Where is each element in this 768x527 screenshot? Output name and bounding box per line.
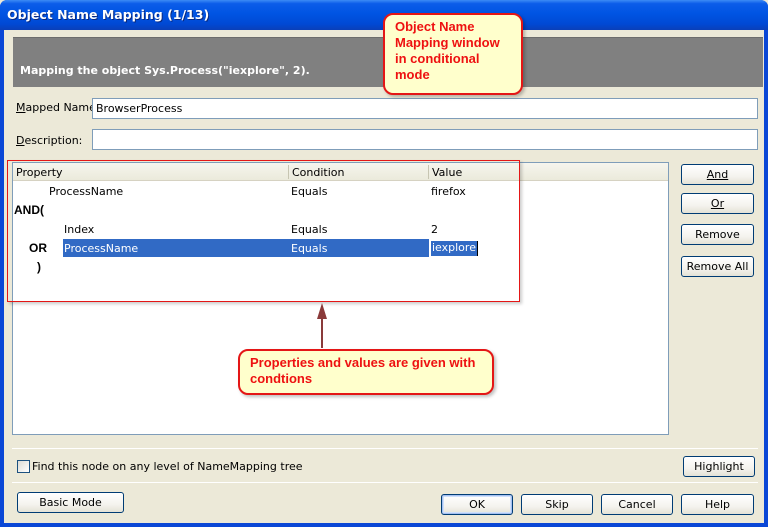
annotation-highlight-rectangle [7, 160, 520, 302]
description-label: Description: [16, 134, 83, 147]
or-button[interactable]: Or [681, 193, 754, 214]
separator [12, 482, 758, 483]
mapped-name-input[interactable] [92, 98, 758, 119]
and-button[interactable]: And [681, 164, 754, 185]
mapped-name-label-rest: apped Name: [25, 101, 100, 114]
highlight-button[interactable]: Highlight [683, 456, 755, 477]
mapped-name-label: Mapped Name: [16, 101, 100, 114]
annotation-arrow-shaft [321, 316, 323, 348]
separator [12, 448, 758, 449]
description-input[interactable] [92, 129, 758, 150]
window-title: Object Name Mapping (1/13) [7, 7, 210, 22]
remove-button[interactable]: Remove [681, 224, 754, 245]
help-button[interactable]: Help [681, 494, 754, 515]
annotation-callout-top: Object Name Mapping window in conditiona… [383, 13, 523, 95]
remove-all-button[interactable]: Remove All [681, 256, 754, 277]
description-label-rest: escription: [24, 134, 83, 147]
and-button-label: And [706, 168, 729, 181]
find-any-level-label[interactable]: Find this node on any level of NameMappi… [32, 460, 303, 473]
or-button-label: Or [710, 197, 725, 210]
skip-button[interactable]: Skip [521, 494, 593, 515]
annotation-arrow-head-icon [317, 303, 327, 319]
basic-mode-button[interactable]: Basic Mode [17, 492, 124, 513]
annotation-callout-bottom: Properties and values are given with con… [238, 349, 494, 395]
header-message: Mapping the object Sys.Process("iexplore… [20, 64, 310, 77]
cancel-button[interactable]: Cancel [601, 494, 673, 515]
find-any-level-checkbox[interactable] [17, 460, 30, 473]
ok-button[interactable]: OK [441, 494, 513, 515]
